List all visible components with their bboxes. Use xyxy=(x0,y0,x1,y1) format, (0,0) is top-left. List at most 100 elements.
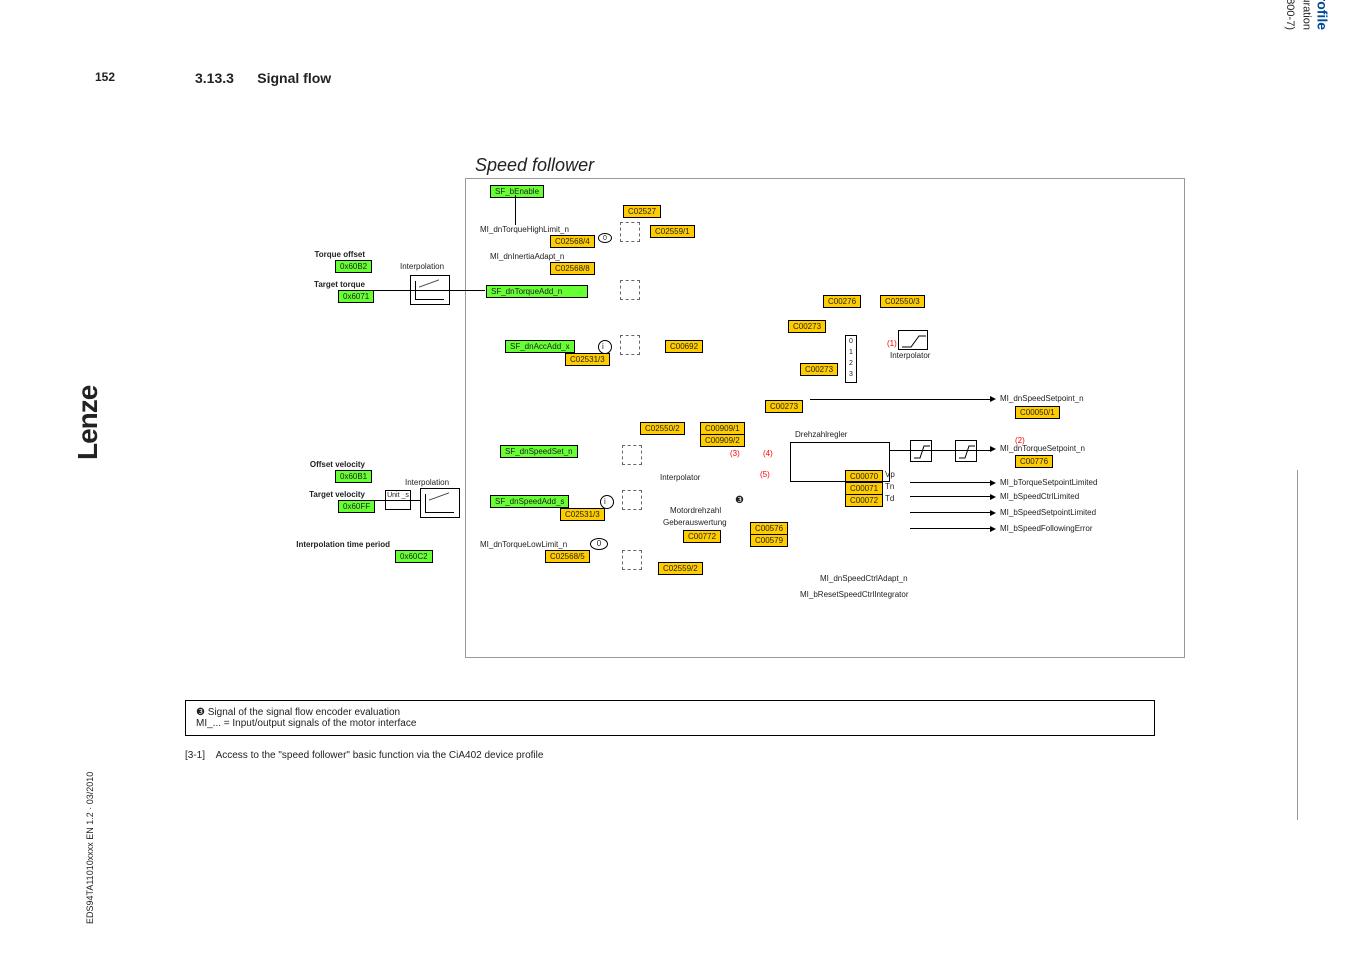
c02568-5: C02568/5 xyxy=(545,550,590,563)
wire xyxy=(372,500,420,501)
c00273a: C00273 xyxy=(788,320,826,333)
geberauswertung-label: Geberauswertung xyxy=(663,518,727,527)
caption-box: ❸ Signal of the signal flow encoder eval… xyxy=(185,700,1155,736)
caption-line-2: MI_... = Input/output signals of the mot… xyxy=(196,718,1144,729)
td-label: Td xyxy=(885,494,894,503)
arrow-icon xyxy=(990,480,996,486)
lenze-logo: Lenze xyxy=(72,386,104,460)
mi-torquelow: MI_dnTorqueLowLimit_n xyxy=(480,540,567,549)
mi-bresetspeed: MI_bResetSpeedCtrlIntegrator xyxy=(800,590,909,599)
red-4: (4) xyxy=(763,449,773,458)
wire xyxy=(810,399,990,400)
c00579: C00579 xyxy=(750,534,788,547)
sf-dnspeedadd: SF_dnSpeedAdd_s xyxy=(490,495,569,508)
switch-box xyxy=(622,550,642,570)
sf-dnaccadd: SF_dnAccAdd_x xyxy=(505,340,575,353)
section-header: 3.13.3 Signal flow xyxy=(195,70,331,86)
c02559-1: C02559/1 xyxy=(650,225,695,238)
page-number: 152 xyxy=(95,70,115,84)
target-torque-label: Target torque xyxy=(290,280,365,289)
interpolation-label-bottom: Interpolation xyxy=(405,478,449,487)
offset-velocity-idx: 0x60B1 xyxy=(335,470,372,483)
c02550-3: C02550/3 xyxy=(880,295,925,308)
figure-text: Access to the "speed follower" basic fun… xyxy=(216,750,544,761)
wire xyxy=(910,512,990,513)
doc-id: EDS94TA11010xxxx EN 1.2 · 03/2010 xyxy=(85,772,95,924)
side-right-block: 9400 Technology applications | CiA402 de… xyxy=(1280,30,1330,790)
c02531-3b: C02531/3 xyxy=(560,508,605,521)
torque-offset-label: Torque offset xyxy=(290,250,365,259)
mi-bspeedsp-lim: MI_bSpeedSetpointLimited xyxy=(1000,508,1096,517)
arrow-icon xyxy=(990,396,996,402)
c00909-2: C00909/2 xyxy=(700,434,745,447)
side-divider xyxy=(1297,470,1298,820)
sf-benable: SF_bEnable xyxy=(490,185,544,198)
c00050-1: C00050/1 xyxy=(1015,406,1060,419)
wire xyxy=(910,496,990,497)
zero-oval: 0 xyxy=(590,538,608,550)
c02568-4: C02568/4 xyxy=(550,235,595,248)
side-title-3: Cyclic synchronous velocity mode (IEC 61… xyxy=(1284,0,1296,30)
red-1: (1) xyxy=(887,339,897,348)
switch-box xyxy=(620,335,640,355)
red-3: (3) xyxy=(730,449,740,458)
interp-period-idx: 0x60C2 xyxy=(395,550,433,563)
c00273b: C00273 xyxy=(800,363,838,376)
wire xyxy=(515,195,516,225)
tn-label: Tn xyxy=(885,482,894,491)
switch-box xyxy=(622,445,642,465)
interpolation-label-top: Interpolation xyxy=(400,262,444,271)
circle-i-2: i xyxy=(604,497,606,506)
offset-velocity-label: Offset velocity xyxy=(265,460,365,469)
diagram-title: Speed follower xyxy=(475,155,594,176)
c00273c: C00273 xyxy=(765,400,803,413)
side-title-2: Parameter setting & configuration xyxy=(1300,0,1312,30)
target-velocity-idx: 0x60FF xyxy=(338,500,375,513)
c00692: C00692 xyxy=(665,340,703,353)
arrow-icon xyxy=(990,494,996,500)
mi-bspeedfollow: MI_bSpeedFollowingError xyxy=(1000,524,1093,533)
mi-speedsetpoint: MI_dnSpeedSetpoint_n xyxy=(1000,394,1084,403)
torque-offset-idx: 0x60B2 xyxy=(335,260,372,273)
target-torque-idx: 0x6071 xyxy=(338,290,374,303)
bullet-3: ❸ xyxy=(735,495,744,506)
target-velocity-label: Target velocity xyxy=(265,490,365,499)
wire xyxy=(890,450,990,451)
drehzahlregler-label: Drehzahlregler xyxy=(795,430,847,439)
mi-speedctrladapt: MI_dnSpeedCtrlAdapt_n xyxy=(820,574,908,583)
c00072: C00072 xyxy=(845,494,883,507)
c00276: C00276 xyxy=(823,295,861,308)
interpolator-b: Interpolator xyxy=(660,473,700,482)
figure-num: [3-1] xyxy=(185,750,205,761)
wire xyxy=(910,482,990,483)
sum-icon xyxy=(600,495,614,509)
diagram-frame xyxy=(465,178,1185,658)
mi-inertia: MI_dnInertiaAdapt_n xyxy=(490,252,564,261)
side-title-1: 9400 Technology applications | CiA402 de… xyxy=(1314,0,1330,30)
sum-icon xyxy=(598,340,612,354)
arrow-icon xyxy=(990,510,996,516)
speed-controller-block xyxy=(790,442,890,482)
zero-oval-2: 0 xyxy=(598,233,612,243)
interp-period-label: Interpolation time period xyxy=(230,540,390,549)
c02550-2: C02550/2 xyxy=(640,422,685,435)
selector-0123: 0 1 2 3 xyxy=(845,335,857,383)
ramp-box xyxy=(898,330,928,350)
switch-box xyxy=(620,280,640,300)
caption-line-1: ❸ Signal of the signal flow encoder eval… xyxy=(196,707,1144,718)
switch-box xyxy=(622,490,642,510)
mi-torquesetpoint: MI_dnTorqueSetpoint_n xyxy=(1000,444,1085,453)
c02559-2: C02559/2 xyxy=(658,562,703,575)
circle-i-1: i xyxy=(602,342,604,351)
wire xyxy=(910,528,990,529)
mi-bspeedctrllim: MI_bSpeedCtrlLimited xyxy=(1000,492,1079,501)
arrow-icon xyxy=(990,526,996,532)
figure-caption: [3-1] Access to the "speed follower" bas… xyxy=(185,750,543,761)
motordrehzahl-label: Motordrehzahl xyxy=(670,506,721,515)
limit-box-2 xyxy=(955,440,977,462)
signal-flow-diagram: Speed follower Torque offset 0x60B2 Targ… xyxy=(190,130,1160,690)
c00772: C00772 xyxy=(683,530,721,543)
sf-dnspeedset: SF_dnSpeedSet_n xyxy=(500,445,578,458)
red-5: (5) xyxy=(760,470,770,479)
c00776: C00776 xyxy=(1015,455,1053,468)
